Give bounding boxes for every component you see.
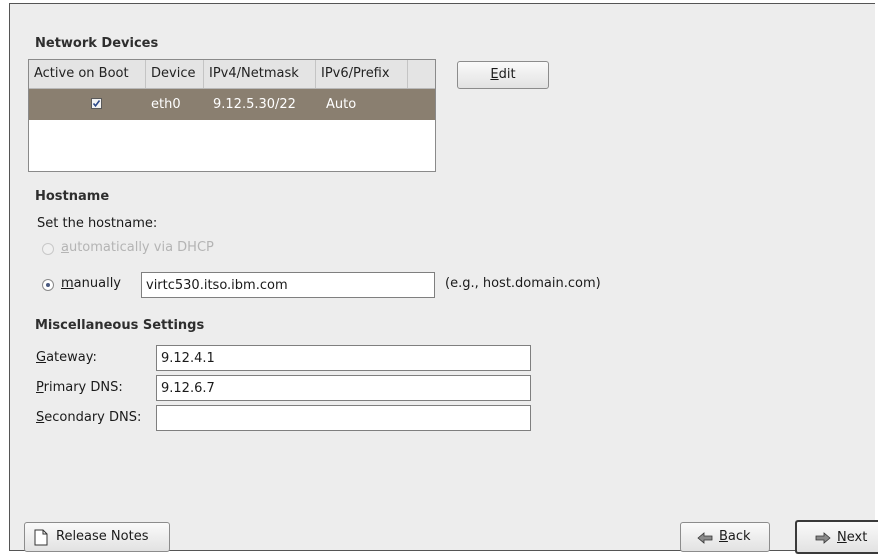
- arrow-right-icon: [815, 532, 831, 544]
- table-row[interactable]: eth0 9.12.5.30/22 Auto: [29, 89, 435, 120]
- back-label-text: ack: [727, 529, 751, 544]
- column-header-device[interactable]: Device: [146, 60, 204, 88]
- edit-label: dit: [498, 67, 516, 82]
- active-on-boot-checkbox[interactable]: [91, 98, 102, 109]
- ipv4-cell: 9.12.5.30/22: [213, 97, 296, 112]
- hostname-input[interactable]: [141, 272, 435, 298]
- misc-heading: Miscellaneous Settings: [35, 318, 205, 333]
- edit-mnemonic: E: [490, 67, 499, 82]
- back-mnemonic: B: [719, 529, 728, 544]
- manual-mnemonic: m: [61, 276, 74, 291]
- dhcp-mnemonic: a: [61, 240, 69, 255]
- radio-selected-dot: [46, 283, 50, 287]
- network-devices-table[interactable]: Active on Boot Device IPv4/Netmask IPv6/…: [28, 59, 436, 172]
- release-notes-label: Release Notes: [56, 529, 149, 544]
- next-label-text: ext: [846, 530, 868, 545]
- document-icon: [34, 529, 48, 546]
- ipv6-cell: Auto: [326, 97, 357, 112]
- dhcp-label: automatically via DHCP: [61, 240, 214, 255]
- primary-dns-mnemonic: P: [36, 380, 44, 395]
- hostname-heading: Hostname: [35, 189, 110, 204]
- column-header-active-on-boot[interactable]: Active on Boot: [29, 60, 146, 88]
- back-button[interactable]: Back: [680, 522, 770, 552]
- table-header: Active on Boot Device IPv4/Netmask IPv6/…: [29, 60, 435, 89]
- next-button[interactable]: Next: [795, 520, 878, 554]
- next-label: Next: [837, 522, 867, 554]
- gateway-mnemonic: G: [36, 350, 47, 365]
- release-notes-button[interactable]: Release Notes: [24, 522, 170, 552]
- back-label: Back: [719, 523, 751, 551]
- manual-radio[interactable]: [42, 279, 54, 291]
- secondary-dns-input[interactable]: [156, 405, 531, 431]
- gateway-label-text: ateway:: [46, 350, 97, 365]
- primary-dns-input[interactable]: [156, 375, 531, 401]
- primary-dns-label: Primary DNS:: [36, 380, 123, 395]
- next-mnemonic: N: [837, 530, 847, 545]
- edit-button[interactable]: Edit: [457, 61, 549, 89]
- device-cell: eth0: [151, 97, 181, 112]
- network-devices-heading: Network Devices: [35, 36, 159, 51]
- hostname-hint: (e.g., host.domain.com): [445, 276, 601, 291]
- manual-label: manually: [61, 276, 121, 291]
- hostname-prompt: Set the hostname:: [37, 216, 158, 231]
- secondary-dns-label: Secondary DNS:: [36, 410, 141, 425]
- column-header-ipv6[interactable]: IPv6/Prefix: [316, 60, 408, 88]
- arrow-left-icon: [697, 532, 713, 544]
- column-header-ipv4[interactable]: IPv4/Netmask: [204, 60, 316, 88]
- dhcp-label-text: utomatically via DHCP: [68, 240, 214, 255]
- gateway-label: Gateway:: [36, 350, 97, 365]
- manual-label-text: anually: [73, 276, 121, 291]
- dhcp-radio[interactable]: [42, 243, 54, 255]
- gateway-input[interactable]: [156, 345, 531, 371]
- primary-dns-label-text: rimary DNS:: [43, 380, 123, 395]
- checkmark-icon: [92, 100, 101, 108]
- secondary-dns-label-text: econdary DNS:: [44, 410, 142, 425]
